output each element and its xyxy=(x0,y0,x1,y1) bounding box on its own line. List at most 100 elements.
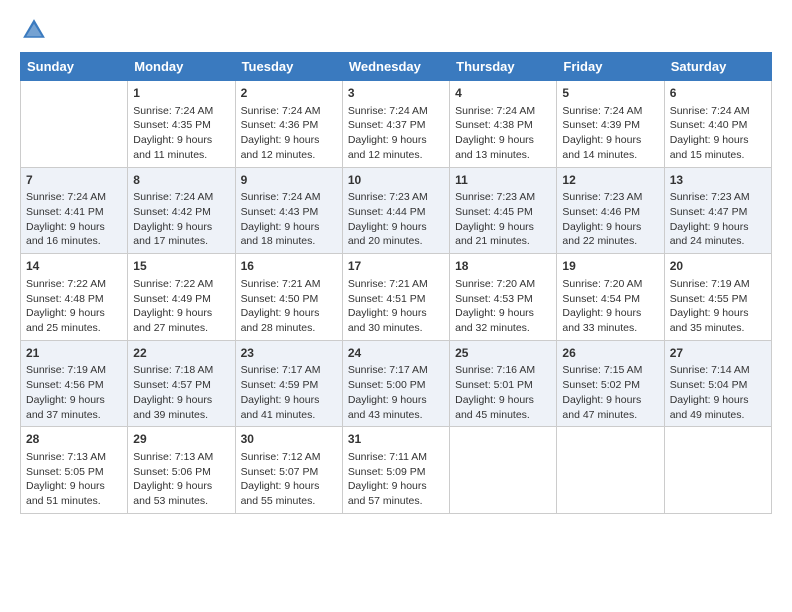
day-info: Sunrise: 7:19 AMSunset: 4:56 PMDaylight:… xyxy=(26,364,106,420)
calendar-cell: 22 Sunrise: 7:18 AMSunset: 4:57 PMDayligh… xyxy=(128,340,235,427)
calendar-cell: 28Sunrise: 7:13 AMSunset: 5:05 PMDayligh… xyxy=(21,427,128,514)
day-info: Sunrise: 7:16 AMSunset: 5:01 PMDaylight:… xyxy=(455,364,535,420)
calendar-cell: 19 Sunrise: 7:20 AMSunset: 4:54 PMDayligh… xyxy=(557,254,664,341)
day-info: Sunrise: 7:18 AMSunset: 4:57 PMDaylight:… xyxy=(133,364,213,420)
calendar-cell: 31 Sunrise: 7:11 AMSunset: 5:09 PMDayligh… xyxy=(342,427,449,514)
calendar-cell xyxy=(664,427,771,514)
calendar-cell xyxy=(450,427,557,514)
calendar-cell: 14 Sunrise: 7:22 AMSunset: 4:48 PMDayligh… xyxy=(21,254,128,341)
day-number: 16 xyxy=(241,258,337,275)
day-info: Sunrise: 7:24 AMSunset: 4:37 PMDaylight:… xyxy=(348,105,428,161)
calendar-cell: 5Sunrise: 7:24 AMSunset: 4:39 PMDaylight… xyxy=(557,81,664,168)
day-info: Sunrise: 7:21 AMSunset: 4:50 PMDaylight:… xyxy=(241,278,321,334)
weekday-header-saturday: Saturday xyxy=(664,53,771,81)
calendar-cell: 12 Sunrise: 7:23 AMSunset: 4:46 PMDayligh… xyxy=(557,167,664,254)
day-info: Sunrise: 7:14 AMSunset: 5:04 PMDaylight:… xyxy=(670,364,750,420)
day-number: 10 xyxy=(348,172,444,189)
calendar-cell: 24Sunrise: 7:17 AMSunset: 5:00 PMDayligh… xyxy=(342,340,449,427)
calendar-cell: 25 Sunrise: 7:16 AMSunset: 5:01 PMDayligh… xyxy=(450,340,557,427)
weekday-header-friday: Friday xyxy=(557,53,664,81)
day-number: 6 xyxy=(670,85,766,102)
day-number: 23 xyxy=(241,345,337,362)
day-number: 19 xyxy=(562,258,658,275)
calendar-cell: 18Sunrise: 7:20 AMSunset: 4:53 PMDayligh… xyxy=(450,254,557,341)
day-number: 21 xyxy=(26,345,122,362)
day-number: 4 xyxy=(455,85,551,102)
calendar-cell: 6 Sunrise: 7:24 AMSunset: 4:40 PMDaylight… xyxy=(664,81,771,168)
day-number: 5 xyxy=(562,85,658,102)
day-info: Sunrise: 7:23 AMSunset: 4:46 PMDaylight:… xyxy=(562,191,642,247)
day-number: 12 xyxy=(562,172,658,189)
calendar-cell xyxy=(21,81,128,168)
weekday-header-sunday: Sunday xyxy=(21,53,128,81)
day-number: 15 xyxy=(133,258,229,275)
calendar-cell: 17 Sunrise: 7:21 AMSunset: 4:51 PMDayligh… xyxy=(342,254,449,341)
day-info: Sunrise: 7:24 AMSunset: 4:42 PMDaylight:… xyxy=(133,191,213,247)
day-number: 28 xyxy=(26,431,122,448)
calendar-row: 7 Sunrise: 7:24 AMSunset: 4:41 PMDaylight… xyxy=(21,167,772,254)
calendar-cell: 9 Sunrise: 7:24 AMSunset: 4:43 PMDaylight… xyxy=(235,167,342,254)
day-number: 3 xyxy=(348,85,444,102)
calendar-cell: 8 Sunrise: 7:24 AMSunset: 4:42 PMDaylight… xyxy=(128,167,235,254)
day-number: 11 xyxy=(455,172,551,189)
header xyxy=(20,16,772,44)
day-info: Sunrise: 7:13 AMSunset: 5:06 PMDaylight:… xyxy=(133,451,213,507)
calendar-cell xyxy=(557,427,664,514)
day-number: 31 xyxy=(348,431,444,448)
day-number: 17 xyxy=(348,258,444,275)
calendar-cell: 15 Sunrise: 7:22 AMSunset: 4:49 PMDayligh… xyxy=(128,254,235,341)
calendar-cell: 27 Sunrise: 7:14 AMSunset: 5:04 PMDayligh… xyxy=(664,340,771,427)
weekday-header-wednesday: Wednesday xyxy=(342,53,449,81)
calendar-cell: 20 Sunrise: 7:19 AMSunset: 4:55 PMDayligh… xyxy=(664,254,771,341)
calendar-cell: 21 Sunrise: 7:19 AMSunset: 4:56 PMDayligh… xyxy=(21,340,128,427)
day-number: 7 xyxy=(26,172,122,189)
weekday-header-thursday: Thursday xyxy=(450,53,557,81)
day-info: Sunrise: 7:24 AMSunset: 4:38 PMDaylight:… xyxy=(455,105,535,161)
day-number: 9 xyxy=(241,172,337,189)
day-number: 2 xyxy=(241,85,337,102)
day-info: Sunrise: 7:24 AMSunset: 4:40 PMDaylight:… xyxy=(670,105,750,161)
day-info: Sunrise: 7:23 AMSunset: 4:45 PMDaylight:… xyxy=(455,191,535,247)
day-number: 25 xyxy=(455,345,551,362)
day-number: 30 xyxy=(241,431,337,448)
page: SundayMondayTuesdayWednesdayThursdayFrid… xyxy=(0,0,792,612)
day-info: Sunrise: 7:20 AMSunset: 4:53 PMDaylight:… xyxy=(455,278,535,334)
day-info: Sunrise: 7:22 AMSunset: 4:49 PMDaylight:… xyxy=(133,278,213,334)
day-number: 1 xyxy=(133,85,229,102)
calendar-cell: 13 Sunrise: 7:23 AMSunset: 4:47 PMDayligh… xyxy=(664,167,771,254)
day-number: 14 xyxy=(26,258,122,275)
day-number: 27 xyxy=(670,345,766,362)
day-info: Sunrise: 7:11 AMSunset: 5:09 PMDaylight:… xyxy=(348,451,427,507)
day-info: Sunrise: 7:22 AMSunset: 4:48 PMDaylight:… xyxy=(26,278,106,334)
day-info: Sunrise: 7:17 AMSunset: 5:00 PMDaylight:… xyxy=(348,364,428,420)
calendar-cell: 26Sunrise: 7:15 AMSunset: 5:02 PMDayligh… xyxy=(557,340,664,427)
day-info: Sunrise: 7:24 AMSunset: 4:43 PMDaylight:… xyxy=(241,191,321,247)
calendar-cell: 11 Sunrise: 7:23 AMSunset: 4:45 PMDayligh… xyxy=(450,167,557,254)
calendar-row: 14 Sunrise: 7:22 AMSunset: 4:48 PMDayligh… xyxy=(21,254,772,341)
day-info: Sunrise: 7:21 AMSunset: 4:51 PMDaylight:… xyxy=(348,278,428,334)
day-info: Sunrise: 7:23 AMSunset: 4:47 PMDaylight:… xyxy=(670,191,750,247)
weekday-header-row: SundayMondayTuesdayWednesdayThursdayFrid… xyxy=(21,53,772,81)
day-info: Sunrise: 7:23 AMSunset: 4:44 PMDaylight:… xyxy=(348,191,428,247)
calendar-table: SundayMondayTuesdayWednesdayThursdayFrid… xyxy=(20,52,772,514)
logo xyxy=(20,16,52,44)
weekday-header-tuesday: Tuesday xyxy=(235,53,342,81)
day-number: 20 xyxy=(670,258,766,275)
day-info: Sunrise: 7:15 AMSunset: 5:02 PMDaylight:… xyxy=(562,364,642,420)
day-number: 8 xyxy=(133,172,229,189)
day-info: Sunrise: 7:19 AMSunset: 4:55 PMDaylight:… xyxy=(670,278,750,334)
calendar-row: 21 Sunrise: 7:19 AMSunset: 4:56 PMDayligh… xyxy=(21,340,772,427)
calendar-cell: 2 Sunrise: 7:24 AMSunset: 4:36 PMDaylight… xyxy=(235,81,342,168)
calendar-row: 28Sunrise: 7:13 AMSunset: 5:05 PMDayligh… xyxy=(21,427,772,514)
calendar-cell: 3 Sunrise: 7:24 AMSunset: 4:37 PMDaylight… xyxy=(342,81,449,168)
day-info: Sunrise: 7:24 AMSunset: 4:36 PMDaylight:… xyxy=(241,105,321,161)
day-number: 13 xyxy=(670,172,766,189)
day-info: Sunrise: 7:24 AMSunset: 4:35 PMDaylight:… xyxy=(133,105,213,161)
day-number: 22 xyxy=(133,345,229,362)
calendar-cell: 30 Sunrise: 7:12 AMSunset: 5:07 PMDayligh… xyxy=(235,427,342,514)
day-info: Sunrise: 7:20 AMSunset: 4:54 PMDaylight:… xyxy=(562,278,642,334)
day-info: Sunrise: 7:24 AMSunset: 4:41 PMDaylight:… xyxy=(26,191,106,247)
logo-icon xyxy=(20,16,48,44)
calendar-row: 1 Sunrise: 7:24 AMSunset: 4:35 PMDaylight… xyxy=(21,81,772,168)
day-info: Sunrise: 7:12 AMSunset: 5:07 PMDaylight:… xyxy=(241,451,321,507)
